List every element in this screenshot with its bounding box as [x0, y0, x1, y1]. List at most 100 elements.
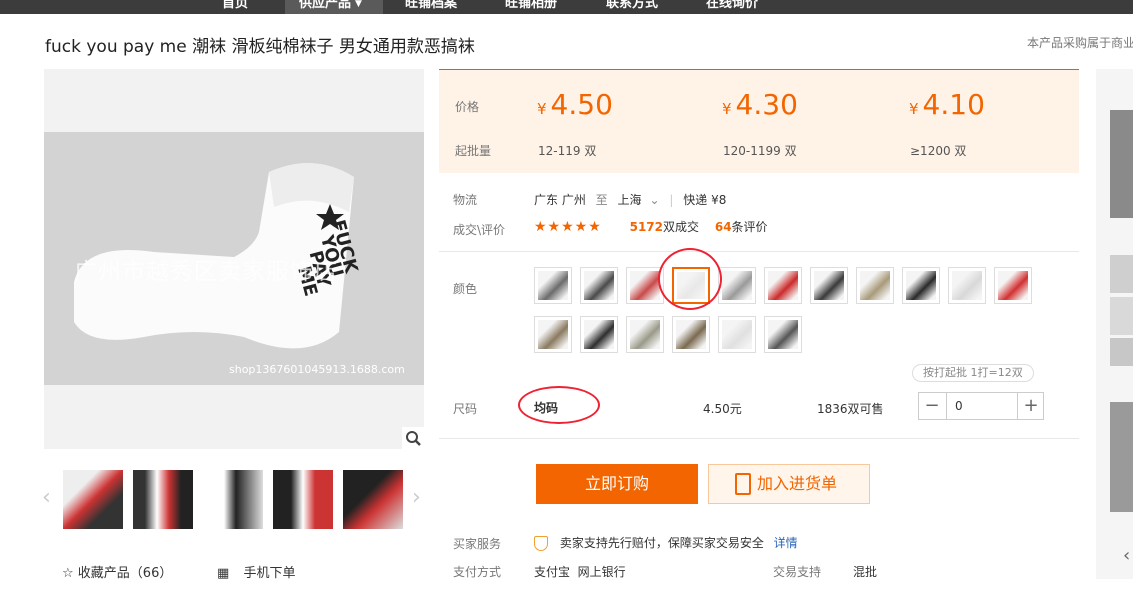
nav-profile[interactable]: 旺铺档案 [405, 0, 457, 11]
swatch-image [584, 320, 614, 349]
color-swatch[interactable] [626, 316, 664, 353]
divider [439, 251, 1079, 252]
nav-home[interactable]: 首页 [222, 0, 248, 11]
mobile-order[interactable]: ▦ 手机下单 [217, 562, 295, 581]
swatch-image [998, 271, 1028, 300]
nav-products[interactable]: 供应产品 ▼ [285, 0, 383, 14]
payment-methods: 支付宝 网上银行 [534, 565, 626, 579]
color-swatch[interactable] [994, 267, 1032, 304]
express-fee: 快递 ¥8 [683, 193, 727, 207]
thumb-next-icon[interactable]: › [412, 485, 421, 510]
nav-inquiry[interactable]: 在线询价 [706, 0, 758, 11]
buy-now-button[interactable]: 立即订购 [536, 464, 698, 504]
thumbnail[interactable] [62, 469, 124, 530]
qty-input[interactable]: 0 [946, 393, 1018, 419]
ship-from: 广东 广州 [534, 193, 586, 207]
color-label: 颜色 [453, 282, 478, 296]
color-swatch[interactable] [580, 316, 618, 353]
divider [439, 438, 1079, 439]
shield-icon [534, 536, 548, 551]
add-to-cart-button[interactable]: 加入进货单 [708, 464, 870, 504]
annotation-circle [658, 248, 722, 310]
thumbnail[interactable] [342, 469, 404, 530]
deals-info: ★★★★★ 5172双成交 64条评价 [534, 218, 768, 235]
swatch-image [538, 320, 568, 349]
color-swatch[interactable] [534, 267, 572, 304]
thumbnail[interactable] [272, 469, 334, 530]
zoom-icon[interactable] [402, 427, 424, 449]
side-image[interactable] [1110, 402, 1133, 512]
color-swatch[interactable] [810, 267, 848, 304]
moq-label: 起批量 [455, 144, 492, 158]
color-swatch[interactable] [902, 267, 940, 304]
buyer-service-text: 卖家支持先行赔付，保障买家交易安全 [559, 536, 764, 550]
color-swatch[interactable] [672, 316, 710, 353]
price-tier-1: ¥4.50 [537, 88, 613, 121]
swatch-image [860, 271, 890, 300]
price-tier-3: ¥4.10 [909, 88, 985, 121]
batch-hint: 按打起批 1打=12双 [912, 364, 1034, 382]
payment-label: 支付方式 [453, 565, 502, 579]
color-swatch[interactable] [718, 316, 756, 353]
trade-support-value: 混批 [853, 565, 878, 579]
thumbnail[interactable] [132, 469, 194, 530]
color-swatch[interactable] [856, 267, 894, 304]
swatch-image [952, 271, 982, 300]
size-label: 尺码 [453, 402, 478, 416]
color-swatch[interactable] [764, 316, 802, 353]
quantity-stepper: − 0 + [918, 392, 1044, 420]
side-image[interactable] [1110, 255, 1133, 293]
price-panel: 价格 起批量 ¥4.50 ¥4.30 ¥4.10 12-119 双 120-11… [439, 69, 1079, 173]
color-swatch[interactable] [948, 267, 986, 304]
sold-count-link[interactable]: 5172双成交 [630, 220, 699, 234]
mobile-order-label: 手机下单 [243, 566, 296, 581]
shop-watermark: 广州市越秀区卖家服饰店 [74, 259, 338, 285]
main-image-frame: FUCK YOU PAY ME 广州市越秀区卖家服饰店 shop13676010… [44, 69, 424, 449]
color-swatch[interactable] [534, 316, 572, 353]
sold-suffix: 双成交 [663, 220, 700, 234]
swatch-image [722, 320, 752, 349]
swatch-image [630, 271, 660, 300]
separator: | [669, 193, 674, 207]
star-outline-icon: ☆ [62, 566, 74, 581]
nav-contact[interactable]: 联系方式 [606, 0, 658, 11]
color-swatch[interactable] [580, 267, 618, 304]
swatch-image [906, 271, 936, 300]
side-image[interactable] [1110, 297, 1133, 335]
top-nav: 首页 供应产品 ▼ 旺铺档案 旺铺相册 联系方式 在线询价 [0, 0, 1133, 14]
side-image[interactable] [1110, 338, 1133, 366]
price-label: 价格 [455, 100, 480, 114]
swatch-image [584, 271, 614, 300]
ship-to-select[interactable]: 上海 ⌄ [618, 193, 660, 207]
product-main-image[interactable]: FUCK YOU PAY ME 广州市越秀区卖家服饰店 shop13676010… [44, 132, 424, 385]
review-count-link[interactable]: 64条评价 [715, 220, 768, 234]
to-word: 至 [595, 193, 608, 207]
favorite-product[interactable]: ☆ 收藏产品（66） [62, 562, 172, 581]
color-swatch[interactable] [764, 267, 802, 304]
logistics-label: 物流 [453, 193, 478, 207]
currency-symbol: ¥ [722, 100, 732, 118]
color-swatch[interactable] [718, 267, 756, 304]
price-value: 4.10 [922, 88, 985, 121]
favorite-label: 收藏产品（66） [77, 566, 173, 581]
review-suffix: 条评价 [731, 220, 768, 234]
swatch-image [722, 271, 752, 300]
shop-url: shop1367601045913.1688.com [229, 363, 405, 376]
buyer-service-label: 买家服务 [453, 537, 502, 551]
range-tier-2: 120-1199 双 [723, 144, 797, 158]
sold-count: 5172 [629, 220, 663, 234]
side-image[interactable] [1110, 110, 1133, 218]
side-scroll-icon[interactable]: ‹ [1123, 545, 1130, 566]
size-price: 4.50元 [703, 402, 742, 416]
price-value: 4.50 [550, 88, 613, 121]
qty-minus-button[interactable]: − [919, 393, 945, 419]
size-stock: 1836双可售 [817, 402, 884, 416]
thumbnail-strip [44, 469, 424, 531]
buyer-service: 卖家支持先行赔付，保障买家交易安全 详情 [534, 534, 798, 551]
detail-link[interactable]: 详情 [774, 536, 798, 550]
qty-plus-button[interactable]: + [1018, 393, 1044, 419]
swatch-image [676, 320, 706, 349]
thumbnail[interactable] [202, 469, 264, 530]
nav-album[interactable]: 旺铺相册 [505, 0, 557, 11]
swatch-image [768, 320, 798, 349]
